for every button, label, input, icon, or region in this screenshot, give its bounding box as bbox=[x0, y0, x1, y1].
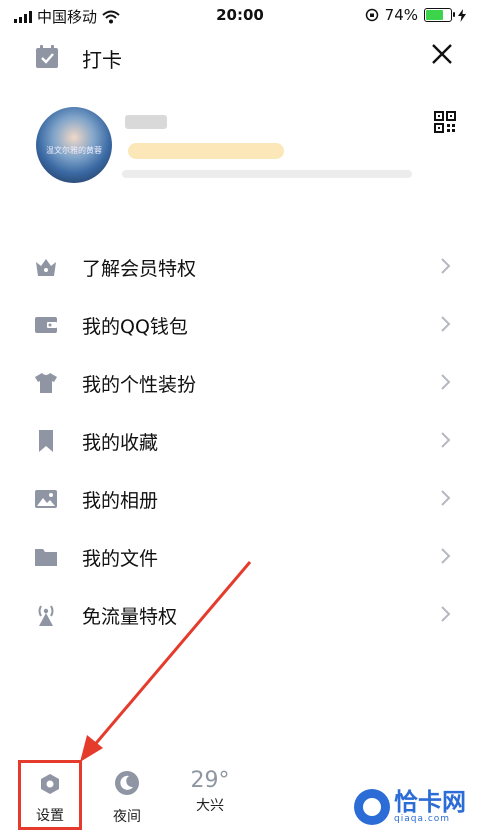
menu-item-label: 免流量特权 bbox=[82, 606, 178, 628]
watermark-brand: 恰卡网 bbox=[394, 788, 466, 816]
signal-tower-icon bbox=[38, 605, 54, 626]
menu-item-label: 我的收藏 bbox=[82, 432, 159, 454]
menu-item-files[interactable]: 我的文件 bbox=[0, 528, 480, 586]
menu-item-label: 我的个性装扮 bbox=[82, 374, 197, 396]
battery-percent: 74% bbox=[384, 6, 418, 24]
watermark: 恰卡网 qiaqa.com bbox=[354, 789, 466, 825]
profile-section: 温文尔雅的黄蓉 bbox=[0, 105, 480, 195]
temperature: 29° bbox=[190, 768, 230, 793]
weather-widget[interactable]: 29° 大兴 bbox=[180, 766, 240, 815]
crown-icon bbox=[36, 259, 56, 276]
watermark-logo-icon bbox=[354, 789, 390, 825]
settings-label: 设置 bbox=[36, 808, 64, 824]
chevron-right-icon bbox=[441, 316, 451, 332]
avatar[interactable]: 温文尔雅的黄蓉 bbox=[36, 107, 112, 183]
qr-code-icon[interactable] bbox=[434, 111, 456, 133]
status-bar: 中国移动 20:00 74% bbox=[0, 0, 480, 30]
chevron-right-icon bbox=[441, 490, 451, 506]
tshirt-icon bbox=[35, 373, 57, 393]
drawer-header: 打卡 bbox=[0, 38, 480, 78]
moon-icon bbox=[115, 771, 139, 795]
gear-icon bbox=[41, 774, 59, 794]
menu-item-label: 我的相册 bbox=[82, 490, 159, 512]
wallet-icon bbox=[35, 317, 57, 333]
drawer-menu: 了解会员特权 我的QQ钱包 我的个性装扮 我的收藏 我的相册 我的文件 免流量特… bbox=[0, 238, 480, 644]
city-label: 大兴 bbox=[196, 798, 224, 814]
menu-item-favorites[interactable]: 我的收藏 bbox=[0, 412, 480, 470]
menu-item-album[interactable]: 我的相册 bbox=[0, 470, 480, 528]
menu-item-dressup[interactable]: 我的个性装扮 bbox=[0, 354, 480, 412]
chevron-right-icon bbox=[441, 432, 451, 448]
chevron-right-icon bbox=[441, 606, 451, 622]
chevron-right-icon bbox=[441, 548, 451, 564]
night-label: 夜间 bbox=[113, 809, 141, 825]
orientation-lock-icon bbox=[365, 8, 378, 22]
settings-button[interactable]: 设置 bbox=[18, 760, 82, 830]
status-right: 74% bbox=[365, 6, 466, 24]
menu-item-label: 了解会员特权 bbox=[82, 258, 197, 280]
close-icon[interactable] bbox=[430, 42, 454, 66]
menu-item-vip[interactable]: 了解会员特权 bbox=[0, 238, 480, 296]
night-mode-button[interactable]: 夜间 bbox=[100, 766, 154, 826]
battery-icon bbox=[424, 8, 455, 22]
chevron-right-icon bbox=[441, 258, 451, 274]
menu-item-wallet[interactable]: 我的QQ钱包 bbox=[0, 296, 480, 354]
bottom-bar: 设置 夜间 29° 大兴 恰卡网 qiaqa.com bbox=[0, 760, 480, 833]
nickname-blurred bbox=[125, 115, 167, 129]
menu-item-label: 我的文件 bbox=[82, 548, 159, 570]
menu-item-label: 我的QQ钱包 bbox=[82, 316, 188, 338]
calendar-check-icon[interactable] bbox=[34, 44, 60, 70]
avatar-caption: 温文尔雅的黄蓉 bbox=[46, 146, 102, 155]
photo-icon bbox=[35, 490, 57, 508]
menu-item-free-data[interactable]: 免流量特权 bbox=[0, 586, 480, 644]
chevron-right-icon bbox=[441, 374, 451, 390]
status-blurred bbox=[122, 170, 412, 178]
checkin-title[interactable]: 打卡 bbox=[82, 44, 122, 73]
bookmark-icon bbox=[39, 430, 53, 452]
folder-icon bbox=[35, 549, 57, 566]
charging-icon bbox=[458, 8, 466, 22]
signature-blurred bbox=[128, 143, 284, 159]
